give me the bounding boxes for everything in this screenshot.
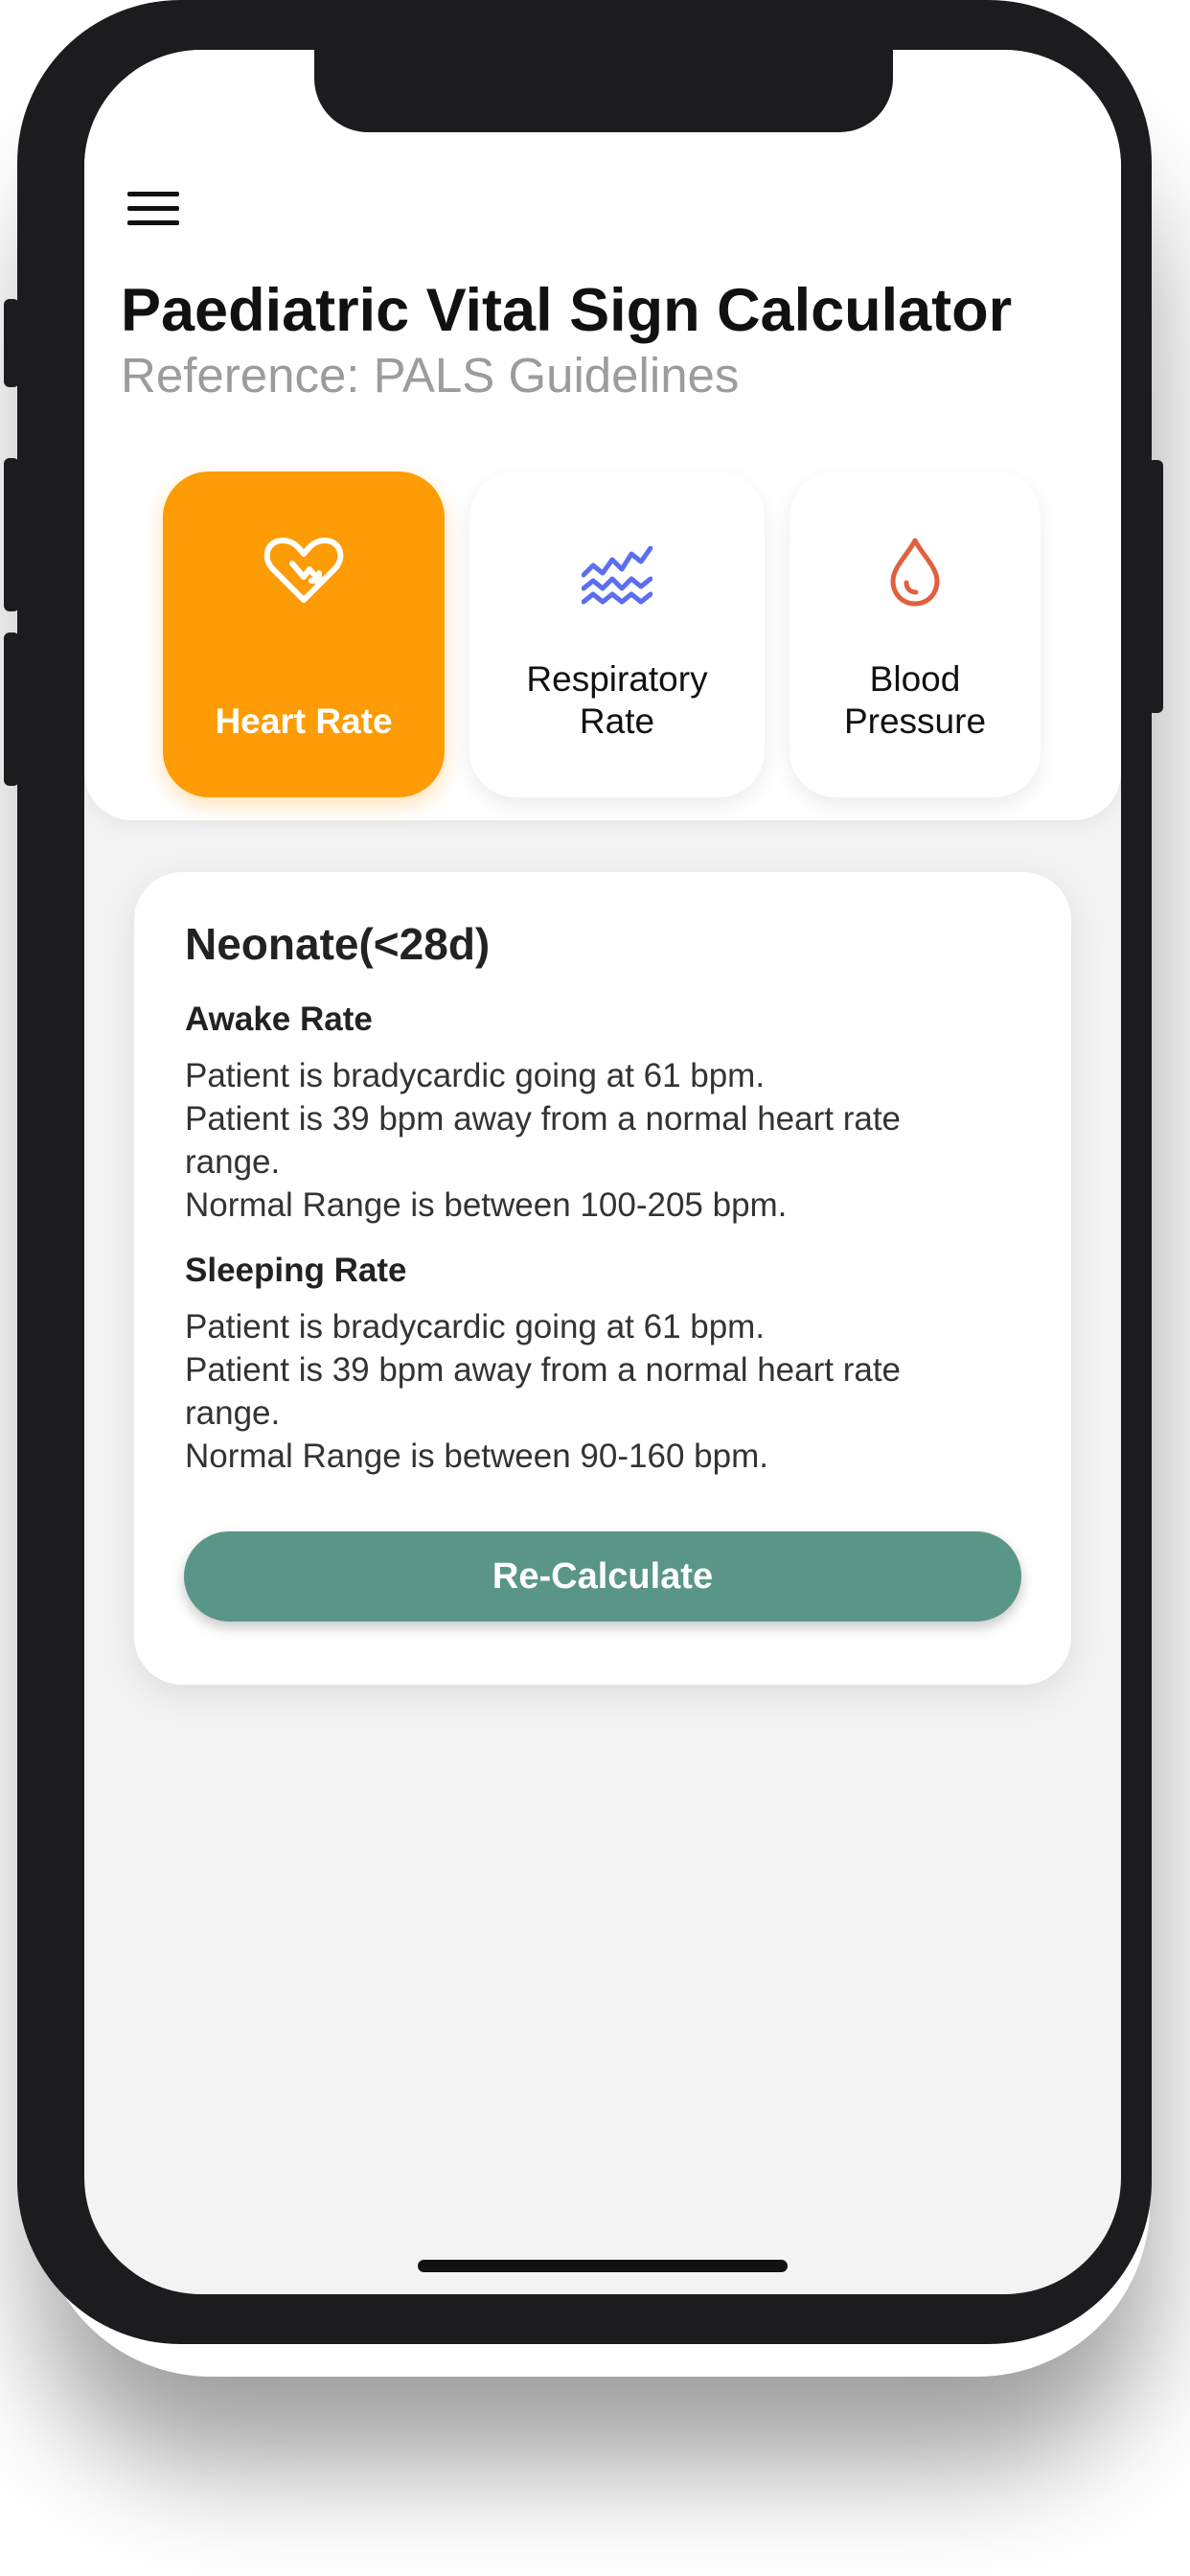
volume-up-button bbox=[4, 458, 19, 611]
tab-blood-pressure-label-line1: Blood bbox=[869, 659, 961, 699]
awake-normal-range: Normal Range is between 100-205 bpm. bbox=[185, 1186, 788, 1224]
screen: Paediatric Vital Sign Calculator Referen… bbox=[84, 50, 1121, 2294]
tab-blood-pressure[interactable]: Blood Pressure bbox=[790, 472, 1041, 797]
home-indicator[interactable] bbox=[418, 2260, 788, 2272]
respiratory-wave-icon bbox=[581, 545, 653, 610]
sleeping-normal-range: Normal Range is between 90-160 bpm. bbox=[185, 1438, 768, 1475]
tab-respiratory-rate-label-line1: Respiratory bbox=[526, 659, 708, 699]
result-card: Neonate(<28d) Awake Rate Patient is brad… bbox=[134, 872, 1071, 1685]
device-frame: Paediatric Vital Sign Calculator Referen… bbox=[4, 0, 1163, 2344]
mute-switch bbox=[4, 299, 19, 387]
awake-rate-line: Patient is bradycardic going at 61 bpm. bbox=[185, 1057, 766, 1094]
page-subtitle: Reference: PALS Guidelines bbox=[121, 348, 740, 402]
awake-rate-title: Awake Rate bbox=[185, 1000, 373, 1038]
age-group-heading: Neonate(<28d) bbox=[185, 919, 491, 969]
heart-icon bbox=[263, 535, 344, 610]
notch bbox=[314, 50, 893, 132]
tab-heart-rate-label: Heart Rate bbox=[215, 702, 393, 741]
page-title: Paediatric Vital Sign Calculator bbox=[121, 277, 1013, 344]
tab-respiratory-rate-label-line2: Rate bbox=[579, 702, 655, 741]
sleeping-rate-line: Patient is bradycardic going at 61 bpm. bbox=[185, 1308, 766, 1346]
sleeping-rate-line: range. bbox=[185, 1394, 281, 1432]
awake-rate-line: range. bbox=[185, 1143, 281, 1181]
blood-drop-icon bbox=[887, 537, 943, 612]
power-button bbox=[1148, 460, 1163, 713]
tab-heart-rate[interactable]: Heart Rate bbox=[163, 472, 445, 797]
volume-down-button bbox=[4, 632, 19, 786]
sleeping-rate-line: Patient is 39 bpm away from a normal hea… bbox=[185, 1351, 902, 1389]
hamburger-menu-icon[interactable] bbox=[127, 192, 179, 226]
recalculate-button[interactable]: Re-Calculate bbox=[184, 1531, 1021, 1622]
awake-rate-line: Patient is 39 bpm away from a normal hea… bbox=[185, 1100, 902, 1138]
header-panel: Paediatric Vital Sign Calculator Referen… bbox=[84, 50, 1121, 820]
sleeping-rate-title: Sleeping Rate bbox=[185, 1252, 407, 1289]
tab-respiratory-rate[interactable]: Respiratory Rate bbox=[469, 472, 765, 797]
tab-blood-pressure-label-line2: Pressure bbox=[843, 702, 987, 741]
